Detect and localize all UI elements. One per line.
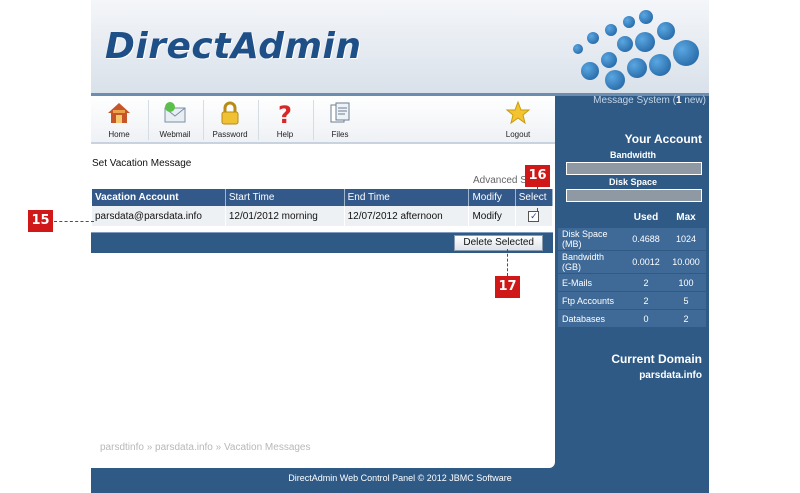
lock-icon xyxy=(217,100,243,126)
page-title: Set Vacation Message xyxy=(92,158,192,169)
annotation-marker-17: 17 xyxy=(495,276,520,298)
header-vacation-account[interactable]: Vacation Account xyxy=(92,189,226,206)
header-modify: Modify xyxy=(468,189,516,206)
current-domain-title: Current Domain xyxy=(611,352,702,366)
account-panel: Your Account Bandwidth Disk Space Used M… xyxy=(558,110,708,381)
annotation-line-16 xyxy=(537,187,538,211)
select-checkbox[interactable]: ✓ xyxy=(528,210,540,222)
logo[interactable]: DirectAdmin xyxy=(105,26,361,67)
breadcrumb[interactable]: parsdtinfo » parsdata.info » Vacation Me… xyxy=(100,442,311,453)
table-footer: Delete Selected xyxy=(91,232,553,253)
vacation-table: Vacation Account Start Time End Time Mod… xyxy=(92,189,554,226)
current-domain: parsdata.info xyxy=(639,370,702,381)
star-icon xyxy=(505,100,531,126)
toolbar: Home Webmail Password ? Help Files Logou… xyxy=(91,96,555,144)
house-icon xyxy=(106,100,132,126)
disk-space-label: Disk Space xyxy=(608,177,658,187)
usage-table: Used Max Disk Space (MB) 0.4688 1024 Bandw… xyxy=(558,206,706,328)
svg-text:?: ? xyxy=(278,101,292,126)
stats-header-row: Used Max xyxy=(558,206,706,228)
stats-row: Bandwidth (GB) 0.0012 10.000 xyxy=(558,250,706,274)
used-header: Used xyxy=(633,211,659,223)
annotation-line-15 xyxy=(54,221,94,222)
table-row: parsdata@parsdata.info 12/01/2012 mornin… xyxy=(92,206,554,226)
question-icon: ? xyxy=(272,100,298,129)
annotation-marker-15: 15 xyxy=(28,210,53,232)
table-header-row: Vacation Account Start Time End Time Mod… xyxy=(92,189,554,206)
message-system[interactable]: Message System (1 new) xyxy=(570,95,706,106)
footer: DirectAdmin Web Control Panel © 2012 JBM… xyxy=(288,473,512,483)
stats-row: Ftp Accounts 2 5 xyxy=(558,291,706,310)
logo-bubbles xyxy=(573,4,703,92)
toolbar-password[interactable]: Password xyxy=(205,98,255,142)
stats-row: Databases 0 2 xyxy=(558,309,706,328)
stats-row: E-Mails 2 100 xyxy=(558,273,706,292)
modify-link[interactable]: Modify xyxy=(468,206,516,226)
max-header: Max xyxy=(676,211,696,223)
cell-account: parsdata@parsdata.info xyxy=(92,206,226,226)
toolbar-logout[interactable]: Logout xyxy=(493,98,543,142)
annotation-marker-16: 16 xyxy=(525,165,550,187)
main-content: Home Webmail Password ? Help Files Logou… xyxy=(91,96,555,468)
disk-space-bar xyxy=(566,189,702,202)
header-select: Select xyxy=(515,189,554,206)
bandwidth-label: Bandwidth xyxy=(610,150,656,160)
toolbar-help[interactable]: ? Help xyxy=(260,98,310,142)
mail-icon xyxy=(162,100,188,126)
stats-row: Disk Space (MB) 0.4688 1024 xyxy=(558,228,706,251)
toolbar-files[interactable]: Files xyxy=(315,98,365,142)
header-end-time[interactable]: End Time xyxy=(344,189,470,206)
cell-start-time: 12/01/2012 morning xyxy=(225,206,345,226)
header: DirectAdmin xyxy=(91,0,709,96)
cell-select: ✓ xyxy=(515,206,554,226)
files-icon xyxy=(327,100,353,126)
advanced-settings-link[interactable]: Advanced S xyxy=(473,175,527,186)
header-start-time[interactable]: Start Time xyxy=(225,189,345,206)
toolbar-webmail[interactable]: Webmail xyxy=(150,98,200,142)
your-account-title: Your Account xyxy=(624,132,702,146)
cell-end-time: 12/07/2012 afternoon xyxy=(344,206,470,226)
bandwidth-bar xyxy=(566,162,702,175)
delete-selected-button[interactable]: Delete Selected xyxy=(454,235,543,251)
toolbar-home[interactable]: Home xyxy=(94,98,144,142)
annotation-line-17 xyxy=(507,249,508,276)
